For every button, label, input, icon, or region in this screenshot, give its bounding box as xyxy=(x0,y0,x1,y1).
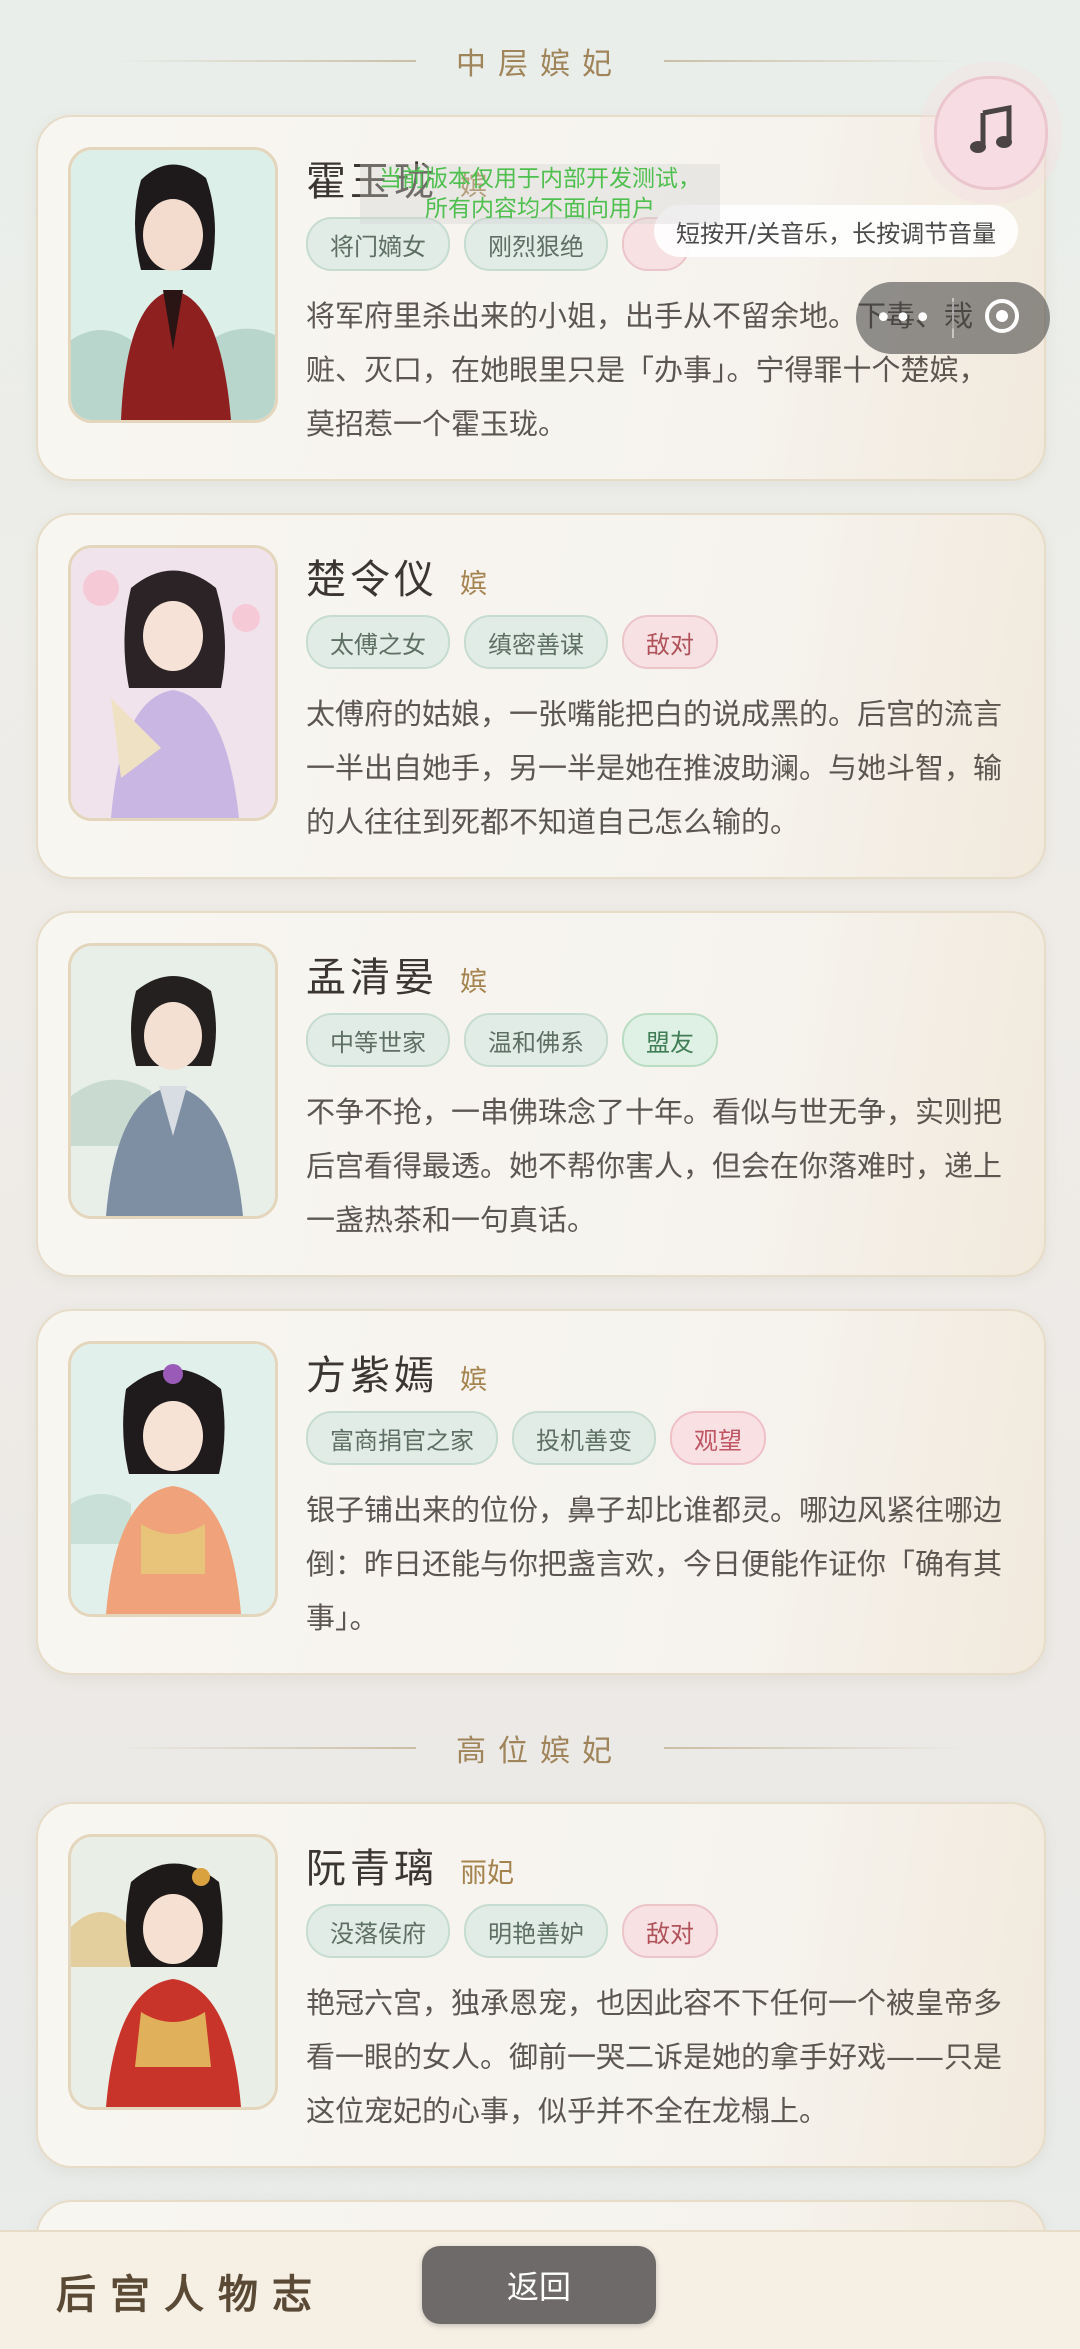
close-button[interactable] xyxy=(954,296,1050,340)
tag-background: 中等世家 xyxy=(306,1013,450,1067)
dev-notice-watermark: 当前版本仅用于内部开发测试， 所有内容均不面向用户 xyxy=(360,164,720,224)
character-description: 银子铺出来的位份，鼻子却比谁都灵。哪边风紧往哪边倒：昨日还能与你把盏言欢，今日便… xyxy=(306,1493,1003,1635)
character-rank: 嫔 xyxy=(460,569,487,600)
portrait-meng xyxy=(68,943,278,1219)
section-title-middle: 中层嫔妃 xyxy=(456,47,624,82)
character-description: 艳冠六宫，独承恩宠，也因此容不下任何一个被皇帝多看一眼的女人。御前一哭二诉是她的… xyxy=(306,1986,1003,2128)
character-rank: 嫔 xyxy=(460,967,487,998)
character-description: 不争不抢，一串佛珠念了十年。看似与世无争，实则把后宫看得最透。她不帮你害人，但会… xyxy=(306,1095,1003,1237)
character-card-ruan[interactable]: 阮青璃 丽妃 没落侯府 明艳善妒 敌对 艳冠六宫，独承恩宠，也因此容不下任何一个… xyxy=(36,1802,1046,2168)
portrait-chu xyxy=(68,545,278,821)
music-toggle-button[interactable] xyxy=(934,76,1048,190)
music-note-icon xyxy=(963,103,1019,163)
portrait-huo xyxy=(68,147,278,423)
tag-personality: 明艳善妒 xyxy=(464,1904,608,1958)
tag-stance: 盟友 xyxy=(622,1013,718,1067)
tag-background: 富商捐官之家 xyxy=(306,1411,498,1465)
tag-stance: 敌对 xyxy=(622,615,718,669)
tag-personality: 投机善变 xyxy=(512,1411,656,1465)
tag-background: 将门嫡女 xyxy=(306,217,450,271)
portrait-ruan xyxy=(68,1834,278,2110)
character-card-fang[interactable]: 方紫嫣 嫔 富商捐官之家 投机善变 观望 银子铺出来的位份，鼻子却比谁都灵。哪边… xyxy=(36,1309,1046,1675)
section-header-high: 高位嫔妃 xyxy=(0,1718,1080,1778)
character-rank: 丽妃 xyxy=(460,1858,514,1889)
character-name: 孟清晏 xyxy=(306,955,438,1001)
page-title: 后宫人物志 xyxy=(56,2272,326,2318)
circle-close-icon xyxy=(982,296,1022,340)
more-menu-button[interactable]: ••• xyxy=(856,301,952,336)
character-name: 方紫嫣 xyxy=(306,1353,438,1399)
section-title-high: 高位嫔妃 xyxy=(456,1734,624,1769)
character-card-meng[interactable]: 孟清晏 嫔 中等世家 温和佛系 盟友 不争不抢，一串佛珠念了十年。看似与世无争，… xyxy=(36,911,1046,1277)
back-button[interactable]: 返回 xyxy=(422,2246,656,2324)
character-card-chu[interactable]: 楚令仪 嫔 太傅之女 缜密善谋 敌对 太傅府的姑娘，一张嘴能把白的说成黑的。后宫… xyxy=(36,513,1046,879)
tag-background: 太傅之女 xyxy=(306,615,450,669)
portrait-fang xyxy=(68,1341,278,1617)
character-description: 太傅府的姑娘，一张嘴能把白的说成黑的。后宫的流言一半出自她手，另一半是她在推波助… xyxy=(306,697,1003,839)
tag-personality: 缜密善谋 xyxy=(464,615,608,669)
tag-background: 没落侯府 xyxy=(306,1904,450,1958)
character-name: 阮青璃 xyxy=(306,1846,438,1892)
section-header-middle: 中层嫔妃 xyxy=(0,31,1080,91)
character-name: 楚令仪 xyxy=(306,557,438,603)
miniprogram-capsule: ••• xyxy=(856,282,1050,354)
tag-stance: 敌对 xyxy=(622,1904,718,1958)
tag-personality: 温和佛系 xyxy=(464,1013,608,1067)
tag-stance: 观望 xyxy=(670,1411,766,1465)
tag-personality: 刚烈狠绝 xyxy=(464,217,608,271)
character-rank: 嫔 xyxy=(460,1365,487,1396)
bottom-bar: 后宫人物志 返回 xyxy=(0,2230,1080,2349)
